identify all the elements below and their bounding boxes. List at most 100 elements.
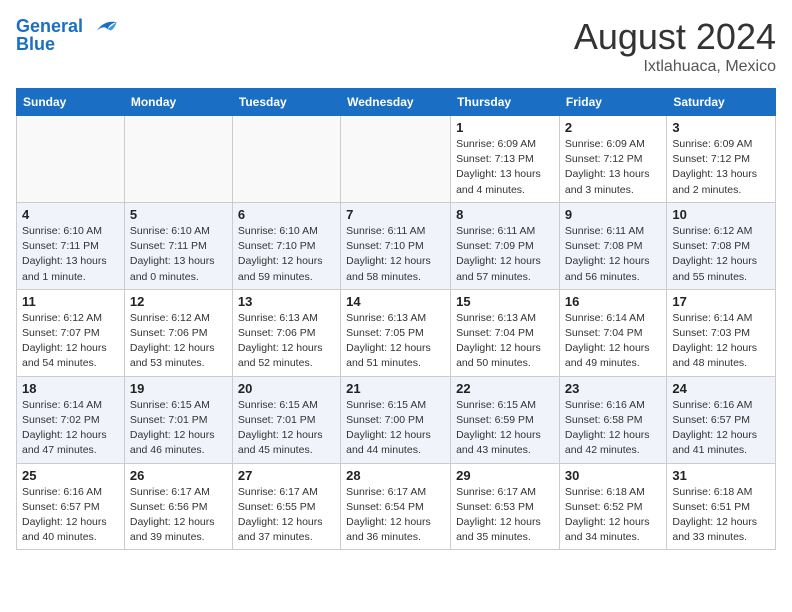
day-number: 14	[346, 294, 445, 309]
weekday-wednesday: Wednesday	[341, 89, 451, 116]
day-cell-7: 7 Sunrise: 6:11 AM Sunset: 7:10 PM Daylig…	[341, 202, 451, 289]
day-cell-29: 29Sunrise: 6:17 AM Sunset: 6:53 PM Dayli…	[451, 463, 560, 550]
weekday-monday: Monday	[124, 89, 232, 116]
day-info: Sunrise: 6:12 AM Sunset: 7:08 PM Dayligh…	[672, 224, 770, 285]
day-number: 11	[22, 294, 119, 309]
empty-cell	[341, 116, 451, 203]
day-cell-23: 23Sunrise: 6:16 AM Sunset: 6:58 PM Dayli…	[559, 376, 666, 463]
weekday-sunday: Sunday	[17, 89, 125, 116]
day-info: Sunrise: 6:12 AM Sunset: 7:06 PM Dayligh…	[130, 311, 227, 372]
day-cell-8: 8 Sunrise: 6:11 AM Sunset: 7:09 PM Daylig…	[451, 202, 560, 289]
day-number: 28	[346, 468, 445, 483]
day-cell-11: 11 Sunrise: 6:12 AM Sunset: 7:07 PM Dayli…	[17, 289, 125, 376]
day-info: Sunrise: 6:14 AM Sunset: 7:03 PM Dayligh…	[672, 311, 770, 372]
day-cell-2: 2 Sunrise: 6:09 AM Sunset: 7:12 PM Daylig…	[559, 116, 666, 203]
month-year: August 2024	[574, 16, 776, 58]
day-cell-1: 1Sunrise: 6:09 AM Sunset: 7:13 PM Daylig…	[451, 116, 560, 203]
day-number: 26	[130, 468, 227, 483]
day-number: 27	[238, 468, 335, 483]
day-number: 15	[456, 294, 554, 309]
weekday-tuesday: Tuesday	[232, 89, 340, 116]
day-cell-13: 13 Sunrise: 6:13 AM Sunset: 7:06 PM Dayli…	[232, 289, 340, 376]
empty-cell	[17, 116, 125, 203]
day-number: 13	[238, 294, 335, 309]
day-cell-20: 20 Sunrise: 6:15 AM Sunset: 7:01 PM Dayli…	[232, 376, 340, 463]
day-info: Sunrise: 6:09 AM Sunset: 7:12 PM Dayligh…	[672, 137, 770, 198]
day-cell-17: 17 Sunrise: 6:14 AM Sunset: 7:03 PM Dayli…	[667, 289, 776, 376]
day-info: Sunrise: 6:13 AM Sunset: 7:05 PM Dayligh…	[346, 311, 445, 372]
day-info: Sunrise: 6:15 AM Sunset: 7:01 PM Dayligh…	[238, 398, 335, 459]
day-info: Sunrise: 6:16 AM Sunset: 6:57 PM Dayligh…	[672, 398, 770, 459]
day-info: Sunrise: 6:17 AM Sunset: 6:56 PM Dayligh…	[130, 485, 227, 546]
day-info: Sunrise: 6:15 AM Sunset: 6:59 PM Dayligh…	[456, 398, 554, 459]
day-number: 21	[346, 381, 445, 396]
day-number: 18	[22, 381, 119, 396]
day-info: Sunrise: 6:09 AM Sunset: 7:12 PM Dayligh…	[565, 137, 661, 198]
day-number: 17	[672, 294, 770, 309]
location: Ixtlahuaca, Mexico	[574, 58, 776, 76]
day-info: Sunrise: 6:12 AM Sunset: 7:07 PM Dayligh…	[22, 311, 119, 372]
day-info: Sunrise: 6:10 AM Sunset: 7:10 PM Dayligh…	[238, 224, 335, 285]
weekday-saturday: Saturday	[667, 89, 776, 116]
day-number: 8	[456, 207, 554, 222]
logo: General Blue	[16, 16, 118, 55]
day-cell-21: 21Sunrise: 6:15 AM Sunset: 7:00 PM Dayli…	[341, 376, 451, 463]
day-number: 3	[672, 120, 770, 135]
title-block: August 2024 Ixtlahuaca, Mexico	[574, 16, 776, 76]
empty-cell	[232, 116, 340, 203]
day-info: Sunrise: 6:13 AM Sunset: 7:06 PM Dayligh…	[238, 311, 335, 372]
day-info: Sunrise: 6:11 AM Sunset: 7:08 PM Dayligh…	[565, 224, 661, 285]
day-number: 24	[672, 381, 770, 396]
day-info: Sunrise: 6:16 AM Sunset: 6:58 PM Dayligh…	[565, 398, 661, 459]
day-cell-5: 5Sunrise: 6:10 AM Sunset: 7:11 PM Daylig…	[124, 202, 232, 289]
day-cell-30: 30 Sunrise: 6:18 AM Sunset: 6:52 PM Dayli…	[559, 463, 666, 550]
day-cell-19: 19Sunrise: 6:15 AM Sunset: 7:01 PM Dayli…	[124, 376, 232, 463]
weekday-header-row: SundayMondayTuesdayWednesdayThursdayFrid…	[17, 89, 776, 116]
day-number: 31	[672, 468, 770, 483]
week-row-2: 4 Sunrise: 6:10 AM Sunset: 7:11 PM Daylig…	[17, 202, 776, 289]
day-cell-3: 3 Sunrise: 6:09 AM Sunset: 7:12 PM Daylig…	[667, 116, 776, 203]
weekday-thursday: Thursday	[451, 89, 560, 116]
day-number: 6	[238, 207, 335, 222]
page-header: General Blue August 2024 Ixtlahuaca, Mex…	[16, 16, 776, 76]
day-number: 22	[456, 381, 554, 396]
day-cell-31: 31 Sunrise: 6:18 AM Sunset: 6:51 PM Dayli…	[667, 463, 776, 550]
day-number: 20	[238, 381, 335, 396]
day-cell-24: 24 Sunrise: 6:16 AM Sunset: 6:57 PM Dayli…	[667, 376, 776, 463]
day-number: 7	[346, 207, 445, 222]
day-cell-26: 26 Sunrise: 6:17 AM Sunset: 6:56 PM Dayli…	[124, 463, 232, 550]
week-row-5: 25 Sunrise: 6:16 AM Sunset: 6:57 PM Dayli…	[17, 463, 776, 550]
day-number: 12	[130, 294, 227, 309]
day-number: 30	[565, 468, 661, 483]
day-info: Sunrise: 6:14 AM Sunset: 7:04 PM Dayligh…	[565, 311, 661, 372]
day-info: Sunrise: 6:13 AM Sunset: 7:04 PM Dayligh…	[456, 311, 554, 372]
day-cell-22: 22 Sunrise: 6:15 AM Sunset: 6:59 PM Dayli…	[451, 376, 560, 463]
day-info: Sunrise: 6:17 AM Sunset: 6:53 PM Dayligh…	[456, 485, 554, 546]
day-number: 25	[22, 468, 119, 483]
day-info: Sunrise: 6:18 AM Sunset: 6:52 PM Dayligh…	[565, 485, 661, 546]
day-cell-6: 6 Sunrise: 6:10 AM Sunset: 7:10 PM Daylig…	[232, 202, 340, 289]
weekday-friday: Friday	[559, 89, 666, 116]
day-info: Sunrise: 6:18 AM Sunset: 6:51 PM Dayligh…	[672, 485, 770, 546]
day-cell-25: 25 Sunrise: 6:16 AM Sunset: 6:57 PM Dayli…	[17, 463, 125, 550]
day-cell-14: 14 Sunrise: 6:13 AM Sunset: 7:05 PM Dayli…	[341, 289, 451, 376]
week-row-4: 18Sunrise: 6:14 AM Sunset: 7:02 PM Dayli…	[17, 376, 776, 463]
day-info: Sunrise: 6:10 AM Sunset: 7:11 PM Dayligh…	[22, 224, 119, 285]
day-info: Sunrise: 6:17 AM Sunset: 6:54 PM Dayligh…	[346, 485, 445, 546]
day-cell-10: 10Sunrise: 6:12 AM Sunset: 7:08 PM Dayli…	[667, 202, 776, 289]
day-number: 4	[22, 207, 119, 222]
day-number: 9	[565, 207, 661, 222]
day-number: 19	[130, 381, 227, 396]
day-number: 1	[456, 120, 554, 135]
day-number: 2	[565, 120, 661, 135]
day-cell-28: 28 Sunrise: 6:17 AM Sunset: 6:54 PM Dayli…	[341, 463, 451, 550]
day-info: Sunrise: 6:16 AM Sunset: 6:57 PM Dayligh…	[22, 485, 119, 546]
logo-bird-icon	[90, 16, 118, 38]
day-number: 16	[565, 294, 661, 309]
day-cell-4: 4 Sunrise: 6:10 AM Sunset: 7:11 PM Daylig…	[17, 202, 125, 289]
week-row-1: 1Sunrise: 6:09 AM Sunset: 7:13 PM Daylig…	[17, 116, 776, 203]
day-info: Sunrise: 6:11 AM Sunset: 7:10 PM Dayligh…	[346, 224, 445, 285]
day-cell-16: 16 Sunrise: 6:14 AM Sunset: 7:04 PM Dayli…	[559, 289, 666, 376]
day-info: Sunrise: 6:11 AM Sunset: 7:09 PM Dayligh…	[456, 224, 554, 285]
day-cell-9: 9 Sunrise: 6:11 AM Sunset: 7:08 PM Daylig…	[559, 202, 666, 289]
